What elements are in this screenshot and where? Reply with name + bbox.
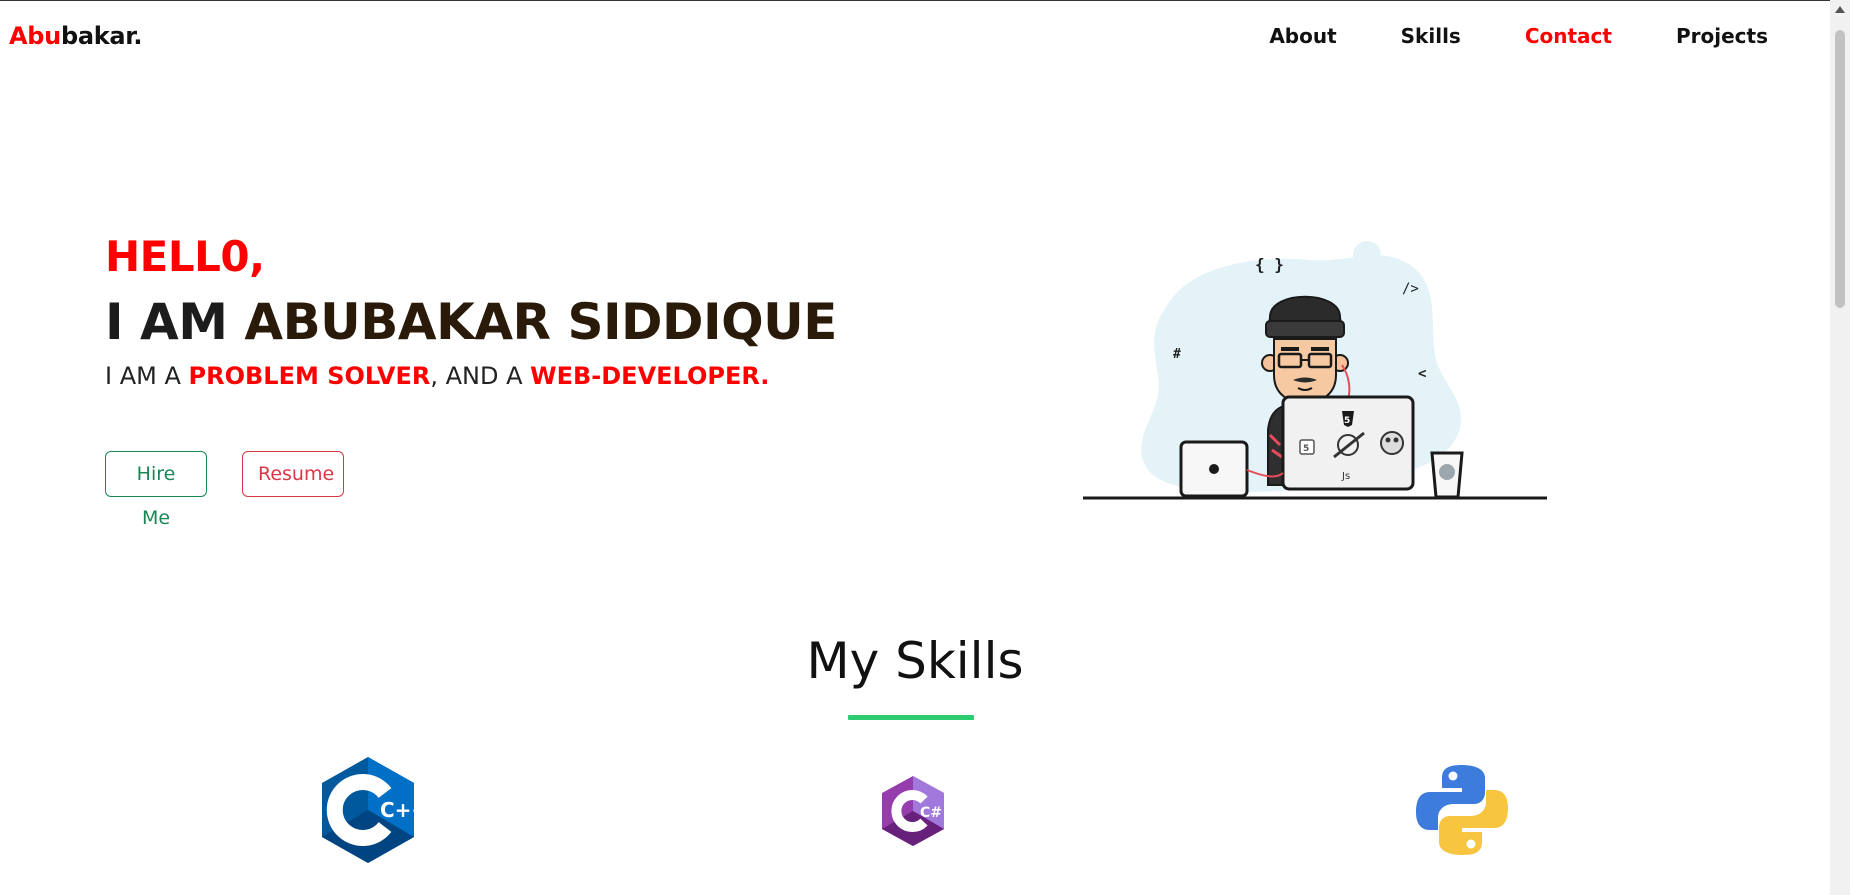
hero-heading: I AM ABUBAKAR SIDDIQUE [105,293,837,351]
tagline-role-web-developer: WEB-DEVELOPER. [530,362,770,390]
python-logo-icon [1416,765,1508,855]
nav-link-about[interactable]: About [1269,24,1336,48]
hero-heading-prefix: I AM [105,293,245,351]
csharp-logo-icon: C# [882,776,944,846]
nav-link-skills[interactable]: Skills [1401,24,1461,48]
illus-html5-badge: 5 [1344,416,1350,426]
skills-title-underline [848,715,974,720]
csharp-logo-label: C# [920,805,942,821]
nav-link-projects[interactable]: Projects [1676,24,1768,48]
hire-me-button[interactable]: Hire Me [105,451,207,529]
scrollbar-thumb[interactable] [1835,30,1845,308]
cpp-logo-label: C++ [380,798,418,822]
illus-closing-tag-glyph: /> [1402,281,1419,297]
brand-logo-part1: Abu [9,22,61,50]
tagline-mid: , AND A [430,362,531,390]
illus-js-badge: Js [1341,471,1350,482]
nav-links: About Skills Contact Projects [1205,24,1768,48]
illus-braces-glyph: { } [1255,255,1284,274]
illus-lt-glyph: < [1418,366,1426,382]
hero-name: ABUBAKAR SIDDIQUE [244,293,837,351]
developer-illustration: { } /> # < 5 5 Js [1083,241,1547,500]
brand-logo[interactable]: Abubakar. [9,22,143,50]
navbar: Abubakar. About Skills Contact Projects [0,0,1830,75]
cpp-logo-icon: C++ [322,757,418,863]
illus-css3-badge: 5 [1303,444,1309,454]
page-scrollbar[interactable] [1830,0,1850,895]
hero-hello: HELL0, [105,232,265,281]
tagline-role-problem-solver: PROBLEM SOLVER [188,362,431,390]
scroll-up-arrow-icon[interactable] [1835,6,1845,13]
resume-button[interactable]: Resume [242,451,344,497]
nav-link-contact[interactable]: Contact [1525,24,1612,48]
tagline-prefix: I AM A [105,362,189,390]
skills-section-title: My Skills [806,632,1024,690]
brand-logo-part2: bakar. [60,22,143,50]
hero-tagline: I AM A PROBLEM SOLVER, AND A WEB-DEVELOP… [105,362,769,390]
illus-hash-glyph: # [1173,347,1181,362]
